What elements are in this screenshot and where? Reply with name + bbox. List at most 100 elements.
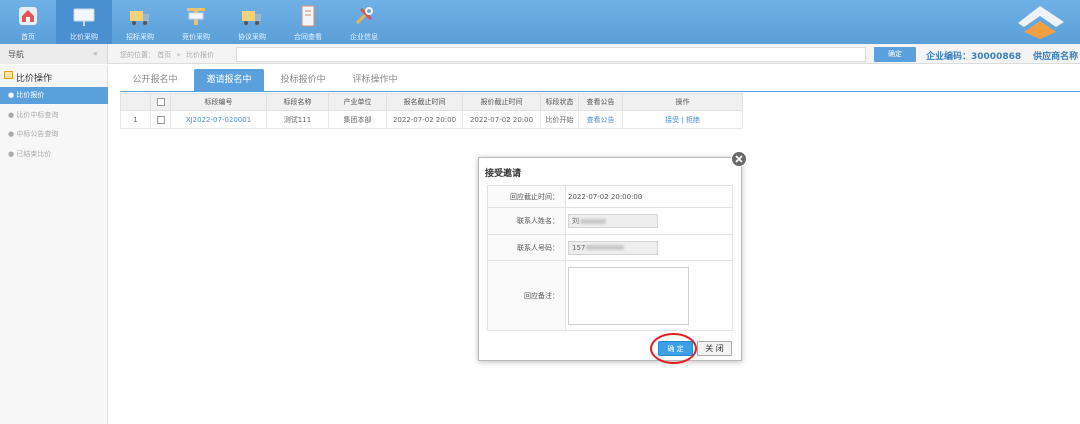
header-status: 标段状态	[540, 93, 579, 111]
dialog-title: 接受邀请	[485, 169, 522, 179]
home-icon	[19, 7, 37, 25]
company-info: 企业编码：30000868 供应商名称	[926, 49, 1078, 62]
contact-name-label: 联系人姓名：	[487, 207, 566, 235]
remark-label: 回应备注：	[487, 260, 566, 331]
folder-icon	[4, 71, 13, 79]
form-row-deadline: 回应截止时间： 2022-07-02 20:00:00	[487, 185, 733, 208]
nav-company-info[interactable]: 企业信息	[336, 0, 392, 44]
location-box	[236, 47, 866, 62]
tab-public-signup[interactable]: 公开报名中	[124, 69, 186, 91]
sidebar-item-award-query[interactable]: ● 比价中标查询	[0, 107, 108, 124]
row-actions: 接受 | 拒绝	[622, 110, 743, 129]
location-bar: 导航 « 您的位置： 首页 » 比价报价 确定 企业编码：30000868 供应商…	[0, 44, 1080, 64]
header-select[interactable]	[150, 93, 171, 111]
row-notice-link[interactable]: 查看公告	[578, 110, 623, 129]
nav-bidding[interactable]: 竞价采购	[168, 0, 224, 44]
sidebar-header: 导航 «	[0, 44, 108, 64]
sidebar-collapse-icon[interactable]: «	[93, 49, 98, 58]
nav-price-compare-label: 比价采购	[70, 33, 98, 41]
tools-icon	[355, 7, 373, 25]
table-row: 1 XJ2022-07-020001 测试111 集团本部 2022-07-02…	[120, 110, 743, 129]
nav-company-info-label: 企业信息	[350, 33, 378, 41]
header-quote-deadline: 报价截止时间	[462, 93, 541, 111]
nav-contract[interactable]: 合同查看	[280, 0, 336, 44]
contact-phone-value: 157	[572, 243, 586, 252]
select-all-checkbox[interactable]	[156, 98, 165, 106]
close-dialog-button[interactable]: 关 闭	[697, 341, 732, 356]
remark-textarea[interactable]	[568, 266, 689, 325]
row-checkbox[interactable]	[156, 115, 165, 124]
tender-truck-icon	[130, 11, 149, 25]
company-code-label: 企业编码：	[926, 52, 972, 62]
nav-price-compare[interactable]: 比价采购	[56, 0, 112, 44]
contact-phone-label: 联系人号码：	[487, 234, 566, 261]
tab-bid-quote[interactable]: 投标报价中	[270, 69, 336, 91]
row-quote-deadline: 2022-07-02 20:00	[462, 110, 541, 129]
redacted-name	[580, 218, 606, 224]
nav-contract-label: 合同查看	[294, 33, 322, 41]
nav-home[interactable]: 首页	[0, 0, 56, 44]
row-select[interactable]	[150, 110, 171, 129]
tab-invite-signup[interactable]: 邀请报名中	[194, 69, 264, 91]
confirm-button[interactable]: 确 定	[658, 341, 693, 356]
tab-evaluation[interactable]: 评标操作中	[342, 69, 408, 91]
nav-agreement[interactable]: 协议采购	[224, 0, 280, 44]
contract-icon	[301, 5, 315, 27]
sidebar-item-notice-query[interactable]: ● 中标公告查询	[0, 126, 108, 143]
top-confirm-button[interactable]: 确定	[874, 47, 916, 62]
contact-name-cell: 刘	[565, 207, 733, 235]
breadcrumb: 您的位置： 首页 » 比价报价	[120, 50, 214, 60]
header-index	[120, 93, 151, 111]
bid-table: 标段编号 标段名称 产业单位 报名截止时间 报价截止时间 标段状态 查看公告 操…	[120, 93, 743, 129]
row-status: 比价开始	[540, 110, 579, 129]
invite-form: 回应截止时间： 2022-07-02 20:00:00 联系人姓名： 刘 联系人…	[487, 185, 733, 331]
breadcrumb-home[interactable]: 首页	[157, 51, 171, 59]
table-header-row: 标段编号 标段名称 产业单位 报名截止时间 报价截止时间 标段状态 查看公告 操…	[120, 93, 743, 111]
sidebar-item-price-quote[interactable]: ● 比价报价	[0, 87, 108, 104]
contact-name-value: 刘	[572, 217, 579, 225]
nav-bidding-label: 竞价采购	[182, 33, 210, 41]
action-separator: |	[681, 115, 684, 124]
contact-phone-cell: 157	[565, 234, 733, 261]
tab-underline	[120, 91, 1080, 92]
row-unit: 集团本部	[328, 110, 387, 129]
row-signup-deadline: 2022-07-02 20:00	[386, 110, 463, 129]
header-action: 操作	[622, 93, 743, 111]
company-logo	[1018, 6, 1064, 39]
price-compare-icon	[73, 8, 95, 26]
company-code: 30000868	[971, 52, 1022, 62]
row-code-link[interactable]: XJ2022-07-020001	[170, 110, 267, 129]
row-name: 测试111	[266, 110, 329, 129]
nav-tender[interactable]: 招标采购	[112, 0, 168, 44]
header-unit: 产业单位	[328, 93, 387, 111]
top-navigation-bar: 首页 比价采购 招标采购 竞价采购 协议采购 合同查看 企业信息	[0, 0, 1080, 44]
breadcrumb-current: 比价报价	[186, 51, 214, 59]
header-name: 标段名称	[266, 93, 329, 111]
header-notice: 查看公告	[578, 93, 623, 111]
agreement-truck-icon	[242, 11, 261, 25]
sidebar-header-label: 导航	[8, 50, 24, 59]
breadcrumb-prefix: 您的位置：	[120, 51, 155, 59]
nav-agreement-label: 协议采购	[238, 33, 266, 41]
header-code: 标段编号	[170, 93, 267, 111]
remark-cell	[565, 260, 733, 331]
sidebar-section[interactable]: 比价操作	[0, 69, 108, 85]
sidebar-section-label: 比价操作	[16, 74, 53, 84]
reject-link[interactable]: 拒绝	[686, 116, 700, 124]
row-index: 1	[120, 110, 151, 129]
close-icon[interactable]	[731, 151, 747, 167]
sidebar-item-finished[interactable]: ● 已结束比价	[0, 146, 108, 163]
header-signup-deadline: 报名截止时间	[386, 93, 463, 111]
contact-phone-field[interactable]: 157	[568, 240, 658, 255]
breadcrumb-separator: »	[176, 51, 181, 59]
form-row-contact-phone: 联系人号码： 157	[487, 234, 733, 261]
form-row-remark: 回应备注：	[487, 260, 733, 331]
contact-name-field[interactable]: 刘	[568, 214, 658, 228]
nav-tender-label: 招标采购	[126, 33, 154, 41]
deadline-value: 2022-07-02 20:00:00	[565, 185, 733, 208]
redacted-phone	[586, 245, 625, 250]
sidebar: 比价操作 ● 比价报价 ● 比价中标查询 ● 中标公告查询 ● 已结束比价	[0, 65, 108, 424]
nav-home-label: 首页	[21, 33, 35, 41]
bidding-icon	[187, 8, 205, 25]
accept-link[interactable]: 接受	[665, 116, 679, 124]
